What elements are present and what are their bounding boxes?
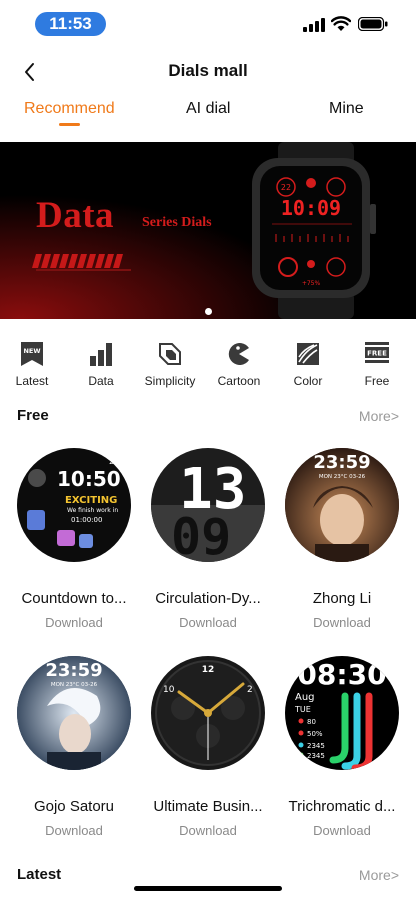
svg-text:23:59: 23:59 [45, 660, 102, 681]
dial-preview-countdown: 23 MON 10:50 EXCITING We finish work in … [17, 448, 131, 562]
dial-card[interactable]: 23:59 MON 23°C 03-26 Gojo Satoru Downloa… [7, 656, 141, 838]
tab-mine[interactable]: Mine [329, 100, 364, 118]
navigation-bar: Dials mall [0, 55, 416, 89]
svg-text:We finish work in: We finish work in [67, 507, 118, 514]
banner-subtitle: Series Dials [142, 215, 212, 230]
svg-text:+75%: +75% [302, 280, 321, 287]
status-bar: 11:53 [0, 0, 416, 50]
category-data[interactable]: Data [66, 340, 136, 388]
tab-ai-dial[interactable]: AI dial [186, 100, 230, 118]
dial-name: Gojo Satoru [33, 798, 115, 815]
svg-text:80: 80 [307, 718, 316, 726]
svg-text:MON 23°C 03-26: MON 23°C 03-26 [319, 474, 366, 480]
dial-preview-circulation: 13 09 [151, 448, 265, 562]
download-button[interactable]: Download [7, 615, 141, 630]
carousel-dot [204, 308, 212, 315]
category-label: Color [293, 374, 323, 388]
svg-text:MON 23°C 03-26: MON 23°C 03-26 [51, 682, 98, 688]
svg-text:NEW: NEW [23, 347, 40, 355]
free-badge-icon: FREE [365, 342, 389, 363]
category-label: Data [88, 374, 114, 388]
category-label: Simplicity [144, 374, 196, 388]
dial-card[interactable]: 23 MON 10:50 EXCITING We finish work in … [7, 448, 141, 630]
pacman-icon [228, 343, 249, 365]
svg-text:Aug: Aug [295, 692, 315, 703]
category-cartoon[interactable]: Cartoon [204, 340, 274, 388]
dial-date-text: 23 [109, 457, 119, 466]
page-title: Dials mall [168, 61, 248, 80]
tab-bar: Recommend AI dial Mine [0, 98, 416, 128]
wifi-icon [331, 16, 351, 31]
svg-text:10:50: 10:50 [57, 467, 121, 491]
simplicity-icon [159, 343, 181, 365]
svg-text:TUE: TUE [294, 705, 311, 714]
svg-text:09: 09 [171, 508, 231, 562]
svg-text:MON: MON [117, 459, 131, 466]
dial-preview-trichromatic: 08:30 Aug TUE 80 50% 2345 2345 [285, 656, 399, 770]
svg-text:FREE: FREE [367, 350, 387, 358]
dial-name: Ultimate Busin... [153, 798, 263, 815]
dial-card[interactable]: 13 09 Circulation-Dy... Download [141, 448, 275, 630]
svg-text:50%: 50% [307, 730, 323, 738]
free-section-title: Free [17, 407, 49, 424]
latest-section-title: Latest [17, 866, 62, 883]
dial-preview-zhong-li: 23:59 MON 23°C 03-26 [285, 448, 399, 562]
category-latest[interactable]: NEW Latest [0, 340, 67, 388]
latest-more-link[interactable]: More> [359, 867, 399, 883]
svg-text:EXCITING: EXCITING [65, 495, 117, 506]
battery-icon [358, 17, 388, 31]
status-time: 11:53 [35, 12, 106, 36]
download-button[interactable]: Download [141, 823, 275, 838]
category-label: Free [364, 374, 390, 388]
dial-preview-gojo-satoru: 23:59 MON 23°C 03-26 [17, 656, 131, 770]
category-label: Latest [15, 374, 49, 388]
home-indicator[interactable] [134, 886, 282, 891]
dial-card[interactable]: 23:59 MON 23°C 03-26 Zhong Li Download [275, 448, 409, 630]
color-stripes-icon [297, 343, 319, 365]
svg-text:23:59: 23:59 [313, 452, 370, 473]
category-label: Cartoon [217, 374, 261, 388]
promo-banner[interactable]: 10:09 22 +75% Data Series Dials [0, 142, 416, 319]
dial-name: Circulation-Dy... [155, 590, 261, 607]
new-badge-icon: NEW [21, 342, 43, 366]
tab-recommend[interactable]: Recommend [24, 100, 115, 118]
svg-text:10:09: 10:09 [281, 196, 341, 220]
svg-text:12: 12 [202, 665, 215, 675]
category-simplicity[interactable]: Simplicity [135, 340, 205, 388]
svg-text:2345: 2345 [307, 742, 325, 750]
svg-text:08:30: 08:30 [297, 658, 386, 691]
dial-name: Countdown to... [21, 590, 127, 607]
carousel-indicator [0, 302, 416, 319]
svg-text:10: 10 [163, 685, 175, 695]
svg-text:2: 2 [247, 685, 253, 695]
download-button[interactable]: Download [7, 823, 141, 838]
download-button[interactable]: Download [275, 615, 409, 630]
dial-preview-ultimate-business: 12 10 2 [151, 656, 265, 770]
category-row: NEW Latest Data Simplicity Cartoon Color… [0, 340, 416, 390]
category-free[interactable]: FREE Free [342, 340, 412, 388]
cellular-signal-icon [303, 18, 325, 32]
category-color[interactable]: Color [273, 340, 343, 388]
dial-name: Zhong Li [312, 590, 372, 607]
dial-card[interactable]: 08:30 Aug TUE 80 50% 2345 2345 Trichroma… [275, 656, 409, 838]
svg-text:01:00:00: 01:00:00 [71, 516, 102, 524]
dial-name: Trichromatic d... [288, 798, 396, 815]
watch-top-left-text: 22 [281, 183, 291, 192]
active-tab-indicator [59, 123, 80, 126]
bar-chart-icon [90, 343, 112, 366]
download-button[interactable]: Download [141, 615, 275, 630]
free-more-link[interactable]: More> [359, 408, 399, 424]
banner-title: Data [36, 195, 115, 236]
svg-text:2345: 2345 [307, 752, 325, 760]
dial-card[interactable]: 12 10 2 Ultimate Busin... Download [141, 656, 275, 838]
download-button[interactable]: Download [275, 823, 409, 838]
